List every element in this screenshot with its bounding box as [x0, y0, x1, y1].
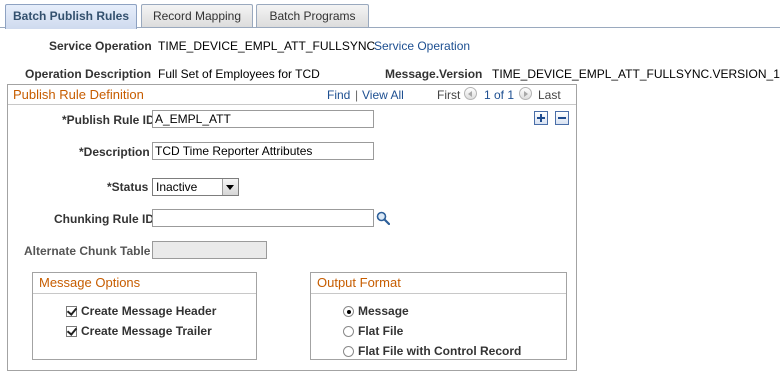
message-version-value: TIME_DEVICE_EMPL_ATT_FULLSYNC.VERSION_1: [492, 67, 780, 81]
message-version-label: Message.Version: [385, 67, 483, 81]
nav-separator: |: [355, 88, 359, 102]
delete-row-icon[interactable]: [555, 111, 569, 125]
create-message-trailer-checkbox[interactable]: [66, 326, 77, 337]
add-row-icon[interactable]: [534, 111, 548, 125]
view-all-link[interactable]: View All: [362, 88, 404, 102]
rule-id-label: *Publish Rule ID: [62, 113, 155, 127]
publish-rule-title: Publish Rule Definition: [13, 87, 144, 102]
message-options-box: Message Options Create Message Header Cr…: [32, 272, 257, 360]
description-label: *Description: [79, 145, 150, 159]
create-message-header-checkbox[interactable]: [66, 306, 77, 317]
last-label: Last: [538, 88, 561, 102]
flat-file-radio-label: Flat File: [358, 324, 404, 338]
rule-id-field[interactable]: A_EMPL_ATT: [152, 110, 374, 128]
create-message-header-label: Create Message Header: [81, 304, 217, 318]
flat-file-radio[interactable]: [343, 326, 354, 337]
tab-record-mapping[interactable]: Record Mapping: [141, 4, 253, 27]
publish-rule-group: Publish Rule Definition Find | View All …: [7, 84, 577, 371]
tab-batch-publish-rules[interactable]: Batch Publish Rules: [5, 4, 137, 29]
status-label: *Status: [107, 180, 149, 194]
status-select[interactable]: Inactive: [152, 178, 239, 196]
output-format-box: Output Format Message Flat File Flat Fil…: [310, 272, 567, 360]
message-radio-label: Message: [358, 304, 409, 318]
message-radio[interactable]: [343, 306, 354, 317]
flat-file-control-radio[interactable]: [343, 346, 354, 357]
service-operation-value: TIME_DEVICE_EMPL_ATT_FULLSYNC: [158, 39, 376, 53]
description-field[interactable]: TCD Time Reporter Attributes: [152, 142, 374, 160]
find-link[interactable]: Find: [327, 88, 350, 102]
status-value: Inactive: [156, 180, 198, 194]
service-operation-link[interactable]: Service Operation: [374, 39, 470, 53]
chunking-rule-field[interactable]: [152, 209, 374, 227]
first-label: First: [437, 88, 461, 102]
chunking-rule-label: Chunking Rule ID: [54, 212, 154, 226]
flat-file-control-radio-label: Flat File with Control Record: [358, 344, 522, 358]
previous-arrow-icon[interactable]: [464, 87, 477, 100]
output-format-title: Output Format: [311, 273, 566, 294]
search-icon[interactable]: [376, 211, 390, 225]
alternate-chunk-label: Alternate Chunk Table: [24, 244, 151, 258]
operation-description-value: Full Set of Employees for TCD: [158, 67, 320, 81]
operation-description-label: Operation Description: [25, 67, 152, 81]
service-operation-label: Service Operation: [49, 39, 152, 53]
next-arrow-icon[interactable]: [519, 87, 532, 100]
create-message-trailer-label: Create Message Trailer: [81, 324, 212, 338]
message-options-title: Message Options: [33, 273, 256, 294]
dropdown-arrow-icon[interactable]: [222, 179, 238, 195]
alternate-chunk-field: [152, 241, 267, 259]
tab-batch-programs[interactable]: Batch Programs: [256, 4, 369, 27]
publish-rule-header: Publish Rule Definition Find | View All …: [8, 85, 576, 105]
row-count: 1 of 1: [484, 88, 515, 102]
tab-bar: Batch Publish Rules Record Mapping Batch…: [0, 4, 780, 29]
